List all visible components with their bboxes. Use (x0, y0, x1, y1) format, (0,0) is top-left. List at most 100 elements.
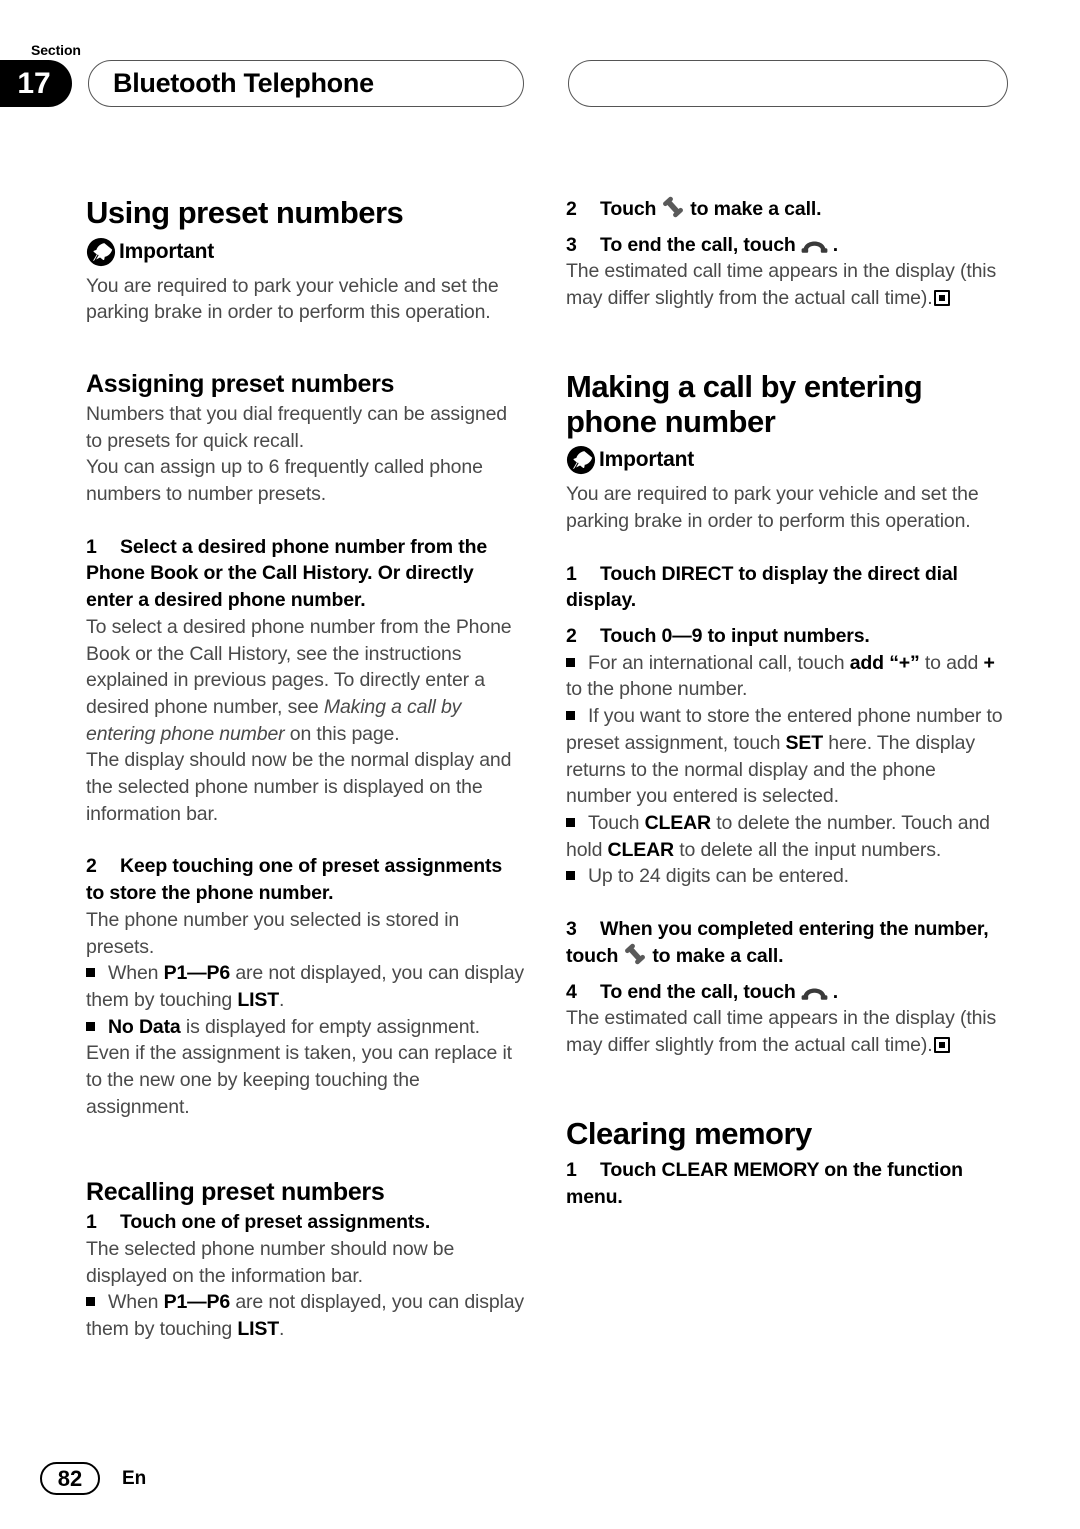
assign-step-1-body-b-text: on this page. (284, 722, 400, 745)
making-step-4-number: 4 (566, 980, 577, 1003)
important-body-right: You are required to park your vehicle an… (566, 483, 979, 532)
making-step-1-number: 1 (566, 562, 577, 585)
end-of-section-marker (934, 290, 951, 307)
call-step-3: 3 To end the call, touch. (566, 232, 1004, 259)
assign-step-2-bullet-1: When P1—P6 are not displayed, you can di… (86, 960, 524, 1013)
bullet-post: to delete all the input numbers. (673, 838, 942, 861)
phone-onhook-icon (801, 235, 828, 253)
call-step-3-text-post: . (832, 233, 838, 256)
right-column: 2 Touch to make a call. 3 To end the call, … (566, 196, 1004, 1211)
pushpin-icon (566, 445, 596, 475)
making-step-2: 2 Touch 0—9 to input numbers. (566, 623, 1004, 650)
making-step-1-title: Touch DIRECT to display the direct dial … (566, 562, 958, 612)
making-step-2-title: Touch 0—9 to input numbers. (600, 625, 870, 648)
making-step-3-number: 3 (566, 918, 577, 941)
phone-offhook-icon (661, 196, 685, 218)
assign-step-1: 1 Select a desired phone number from the … (86, 534, 524, 614)
language-code: En (122, 1467, 147, 1489)
square-bullet-icon (566, 657, 575, 667)
assign-step-1-body-a: To select a desired phone number from th… (86, 614, 524, 748)
square-bullet-icon (86, 1021, 95, 1031)
bullet-pre: For an international call, touch (588, 651, 850, 674)
keyword-no-data: No Data (108, 1015, 181, 1038)
bullet-mid: to add (919, 651, 984, 674)
bullet-pre: When (108, 962, 164, 985)
pushpin-icon (86, 237, 116, 267)
call-step-3-body: The estimated call time appears in the d… (566, 258, 1004, 311)
making-step-4: 4 To end the call, touch. (566, 979, 1004, 1006)
square-bullet-icon (566, 711, 575, 721)
keyword-clear-1: CLEAR (644, 811, 712, 834)
keyword-p1-p6: P1—P6 (163, 962, 231, 985)
clearing-step-1-title: Touch CLEAR MEMORY on the function menu. (566, 1159, 963, 1209)
keyword-list: LIST (237, 1318, 280, 1341)
clearing-step-1: 1 Touch CLEAR MEMORY on the function menu… (566, 1157, 1004, 1210)
recall-step-1-bullet: When P1—P6 are not displayed, you can di… (86, 1289, 524, 1342)
square-bullet-icon (566, 871, 575, 881)
square-bullet-icon (86, 968, 95, 978)
heading-using-preset-numbers: Using preset numbers (86, 195, 404, 230)
making-step-3-text-post: to make a call. (652, 944, 784, 967)
bullet-pre: When (108, 1291, 164, 1314)
assign-step-2-bullet-2: No Data is displayed for empty assignmen… (86, 1014, 524, 1121)
keyword-set: SET (785, 731, 824, 754)
making-step-1: 1 Touch DIRECT to display the direct dial… (566, 561, 1004, 614)
call-step-2-number: 2 (566, 198, 577, 220)
assigning-body-1: Numbers that you dial frequently can be … (86, 402, 507, 452)
keyword-add-plus: add “+” (849, 651, 920, 674)
call-step-3-text-pre: To end the call, touch (600, 233, 796, 256)
chapter-title: Bluetooth Telephone (113, 68, 374, 98)
important-label-right: Important (599, 448, 695, 472)
heading-clearing-memory: Clearing memory (566, 1115, 812, 1151)
assign-step-1-body-c: The display should now be the normal dis… (86, 749, 512, 825)
assign-step-2-title: Keep touching one of preset assignments … (86, 855, 503, 905)
assigning-body-2: You can assign up to 6 frequently called… (86, 456, 483, 505)
recall-step-1: 1 Touch one of preset assignments. (86, 1209, 524, 1236)
assign-step-1-number: 1 (86, 535, 97, 558)
making-step-3: 3 When you completed entering the number,… (566, 916, 1004, 969)
left-column: Using preset numbers Important You are r… (86, 195, 524, 1343)
call-step-3-body-text: The estimated call time appears in the d… (566, 260, 997, 310)
making-step-4-text-post: . (832, 980, 838, 1003)
making-step-2-bullet-2: If you want to store the entered phone n… (566, 703, 1004, 810)
recall-step-1-title: Touch one of preset assignments. (120, 1211, 431, 1234)
chapter-title-pill: Bluetooth Telephone (88, 60, 524, 107)
call-step-3-number: 3 (566, 233, 577, 256)
end-of-section-marker (934, 1036, 951, 1053)
heading-recalling-preset-numbers: Recalling preset numbers (86, 1178, 385, 1207)
important-body-left: You are required to park your vehicle an… (86, 274, 499, 324)
assign-step-1-title: Select a desired phone number from the P… (86, 535, 488, 612)
important-label-left: Important (119, 239, 215, 263)
header-right-pill (568, 60, 1008, 107)
making-step-4-text-pre: To end the call, touch (600, 980, 796, 1003)
plus-symbol: + (983, 651, 995, 674)
assign-step-2-number: 2 (86, 855, 97, 878)
heading-assigning-preset-numbers: Assigning preset numbers (86, 370, 395, 399)
important-block-right: Important (566, 445, 1004, 475)
bullet-post: to the phone number. (566, 678, 748, 701)
phone-onhook-icon (801, 982, 828, 1000)
square-bullet-icon (86, 1297, 95, 1307)
making-step-2-bullet-4: Up to 24 digits can be entered. (566, 863, 1004, 890)
recall-step-1-body: The selected phone number should now be … (86, 1237, 455, 1287)
making-step-2-number: 2 (566, 625, 577, 648)
keyword-list: LIST (237, 988, 280, 1011)
call-step-2: 2 Touch to make a call. (566, 196, 1004, 223)
important-block-left: Important (86, 237, 524, 267)
section-label: Section (31, 42, 81, 58)
bullet-post: . (279, 1318, 285, 1341)
bullet-pre: Touch (588, 811, 645, 834)
recall-step-1-number: 1 (86, 1211, 97, 1234)
making-step-2-bullet-3: Touch CLEAR to delete the number. Touch … (566, 810, 1004, 863)
page-number: 82 (40, 1462, 100, 1495)
clearing-step-1-number: 1 (566, 1159, 577, 1182)
making-step-4-body-text: The estimated call time appears in the d… (566, 1007, 997, 1056)
heading-making-a-call: Making a call by entering phone number (566, 368, 923, 439)
making-step-4-body: The estimated call time appears in the d… (566, 1005, 1004, 1058)
assign-step-2: 2 Keep touching one of preset assignments… (86, 853, 524, 906)
call-step-2-text-pre: Touch (600, 198, 657, 220)
page-footer: 82 En (40, 1462, 146, 1495)
making-step-2-bullet-1: For an international call, touch add “+”… (566, 650, 1004, 703)
section-number-badge: 17 (0, 60, 72, 107)
page-header: Section 17 Bluetooth Telephone (0, 36, 1080, 116)
